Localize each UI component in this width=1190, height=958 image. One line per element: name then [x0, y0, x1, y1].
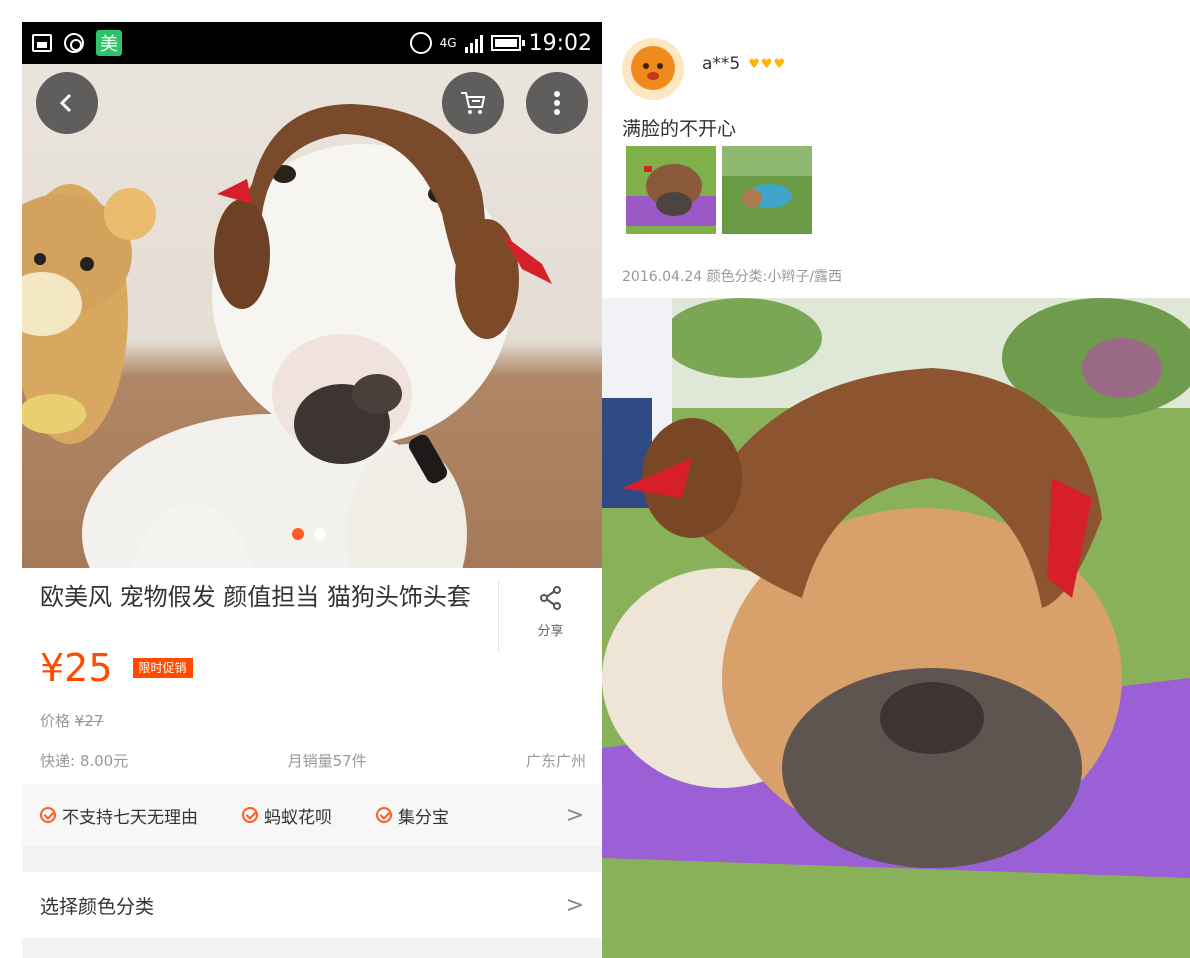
- shipping-fee: 快递: 8.00元: [40, 752, 129, 770]
- share-button[interactable]: 分享: [498, 580, 602, 652]
- share-icon: [539, 586, 561, 610]
- check-circle-icon: [376, 807, 392, 823]
- share-label: 分享: [537, 624, 564, 639]
- cart-button[interactable]: [442, 72, 504, 134]
- cart-icon: [461, 92, 486, 114]
- product-image-carousel[interactable]: [22, 64, 602, 568]
- gallery-notification-icon: [32, 34, 52, 52]
- back-button[interactable]: [36, 72, 98, 134]
- promo-badge: 限时促销: [132, 658, 193, 678]
- original-price-label: 价格: [40, 712, 71, 730]
- chevron-right-icon: >: [565, 892, 584, 918]
- shipping-meta: 快递: 8.00元 月销量57件 广东广州: [40, 750, 586, 771]
- review-thumbnail-image: [626, 146, 716, 234]
- select-color-label: 选择颜色分类: [40, 895, 155, 918]
- reviewer-level-icon: ♥♥♥: [748, 56, 787, 72]
- check-circle-icon: [40, 807, 56, 823]
- service-label: 不支持七天无理由: [62, 807, 198, 828]
- carousel-indicator: [292, 528, 326, 540]
- ship-location: 广东广州: [525, 752, 586, 770]
- reviewer-name: a**5: [702, 54, 741, 74]
- reviewer: a**5 ♥♥♥: [702, 54, 786, 74]
- more-vertical-icon: [554, 91, 560, 115]
- chevron-left-icon: [59, 93, 72, 113]
- chevron-right-icon: >: [565, 802, 584, 828]
- review-photo[interactable]: [602, 298, 1190, 958]
- alarm-icon: [409, 32, 432, 54]
- avatar[interactable]: [622, 38, 684, 100]
- avatar-image: [622, 38, 684, 100]
- product-screen: 美 4G 19:02 欧美风 宠物假发 颜值担当 猫狗头饰头套 分享 ¥25 限…: [22, 22, 602, 958]
- target-notification-icon: [64, 33, 84, 53]
- service-item: 不支持七天无理由: [40, 803, 198, 828]
- original-price-row: 价格 ¥27: [40, 710, 103, 731]
- original-price: ¥27: [74, 712, 104, 730]
- select-color-row[interactable]: 选择颜色分类 >: [22, 872, 602, 938]
- monthly-sales: 月销量57件: [287, 752, 367, 770]
- review-meta: 2016.04.24 颜色分类:小辫子/露西: [622, 269, 843, 285]
- status-time: 19:02: [528, 30, 592, 56]
- services-row[interactable]: 不支持七天无理由 蚂蚁花呗 集分宝 >: [22, 784, 602, 846]
- review-thumbnail[interactable]: [626, 146, 716, 234]
- review-thumbnail-image: [722, 146, 812, 234]
- service-item: 集分宝: [376, 803, 449, 828]
- battery-icon: [490, 35, 525, 51]
- more-button[interactable]: [526, 72, 588, 134]
- product-title: 欧美风 宠物假发 颜值担当 猫狗头饰头套: [40, 583, 471, 611]
- signal-icon: [464, 33, 483, 53]
- status-bar: 美 4G 19:02: [22, 22, 602, 64]
- network-type: 4G: [439, 36, 457, 50]
- product-info: 欧美风 宠物假发 颜值担当 猫狗头饰头套 分享 ¥25 限时促销 价格 ¥27 …: [22, 568, 602, 784]
- review-panel: a**5 ♥♥♥ 满脸的不开心 2016.04.24 颜色分类:小辫子/露西: [602, 0, 1190, 958]
- meituan-app-icon: 美: [96, 30, 122, 56]
- service-label: 蚂蚁花呗: [264, 807, 332, 828]
- dog-with-wig-photo: [22, 104, 552, 568]
- service-label: 集分宝: [398, 807, 449, 828]
- review-text: 满脸的不开心: [622, 118, 737, 140]
- review-thumbnail[interactable]: [722, 146, 812, 234]
- check-circle-icon: [242, 807, 258, 823]
- carousel-dot[interactable]: [314, 528, 326, 540]
- carousel-dot-active[interactable]: [292, 528, 304, 540]
- price-row: ¥25 限时促销: [40, 646, 193, 690]
- current-price: ¥25: [40, 646, 113, 690]
- service-item: 蚂蚁花呗: [242, 803, 332, 828]
- bulldog-with-wig-photo: [602, 298, 1190, 958]
